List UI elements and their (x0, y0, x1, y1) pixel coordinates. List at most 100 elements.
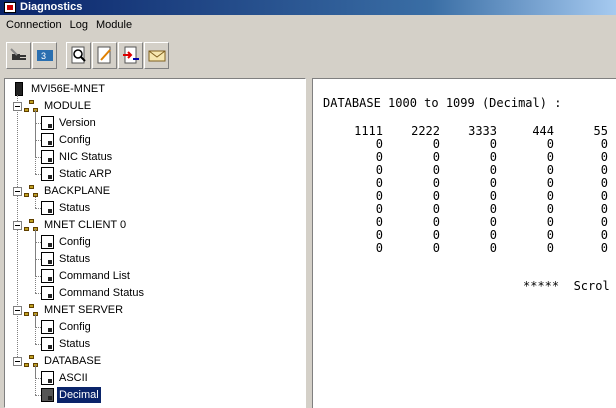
tree-item-status[interactable]: Status (41, 251, 92, 267)
database-row: 00000 (323, 177, 616, 190)
search-button[interactable] (66, 41, 91, 69)
svg-text:3: 3 (41, 51, 46, 61)
collapse-toggle-icon[interactable] (13, 101, 22, 111)
tree-node-label: Status (59, 338, 91, 350)
tree-node-label: Status (59, 202, 91, 214)
app-icon (4, 2, 16, 13)
document-icon (41, 133, 54, 147)
edit-document-icon (97, 46, 111, 64)
tree-item-status[interactable]: Status (41, 200, 92, 216)
tree-item-nic-status[interactable]: NIC Status (41, 149, 114, 165)
import-export-icon (122, 46, 139, 64)
database-cell: 0 (600, 241, 608, 255)
tree-item-version[interactable]: Version (41, 115, 98, 131)
document-icon (41, 116, 54, 130)
document-icon (41, 286, 54, 300)
document-icon (41, 150, 54, 164)
window-title: Diagnostics (20, 1, 83, 13)
tree-node-label: MNET CLIENT 0 (44, 219, 127, 231)
document-icon (41, 371, 54, 385)
module-info-icon: 3 (36, 50, 53, 61)
tree-node-label: Command List (59, 270, 130, 282)
database-row: 0 0 0 0 0 (323, 242, 616, 255)
document-icon (41, 167, 54, 181)
tree-item-config[interactable]: Config (41, 132, 93, 148)
tree-node-label: Command Status (59, 287, 144, 299)
tree-node-label: NIC Status (59, 151, 113, 163)
tree-item-config[interactable]: Config (41, 234, 93, 250)
tree-node-label: Config (59, 134, 91, 146)
network-node-icon (24, 184, 39, 198)
tree-node-label: Version (59, 117, 96, 129)
mail-button[interactable] (144, 41, 169, 69)
collapse-toggle-icon[interactable] (13, 305, 22, 315)
menu-module[interactable]: Module (92, 16, 136, 34)
database-row: 00000 (323, 203, 616, 216)
navigation-tree[interactable]: MVI56E-MNET MODULE Version Config NIC Status… (4, 78, 306, 408)
database-row: 00000 (323, 190, 616, 203)
tree-item-config[interactable]: Config (41, 319, 93, 335)
network-node-icon (24, 303, 39, 317)
tree-node-label: MODULE (44, 100, 92, 112)
tree-node-label: ASCII (59, 372, 88, 384)
tree-node-label: Config (59, 321, 91, 333)
tree-node-label: DATABASE (44, 355, 102, 367)
tree-item-ascii[interactable]: ASCII (41, 370, 90, 386)
database-cell: 0 (432, 241, 440, 255)
document-icon (41, 337, 54, 351)
tree-node-label: Decimal (57, 387, 101, 403)
database-row: 00000 (323, 229, 616, 242)
document-icon (41, 235, 54, 249)
connect-button[interactable] (6, 41, 31, 69)
database-cell: 0 (546, 241, 554, 255)
network-node-icon (24, 99, 39, 113)
database-row: 00000 (323, 138, 616, 151)
database-row: 1111 2222 3333 444 55 (323, 125, 616, 138)
tree-group-module[interactable]: MODULE (13, 98, 93, 114)
database-row: 00000 (323, 164, 616, 177)
toolbar: 3 (0, 36, 616, 74)
database-row: 00000 (323, 216, 616, 229)
collapse-toggle-icon[interactable] (13, 186, 22, 196)
database-view: DATABASE 1000 to 1099 (Decimal) : ***** … (312, 78, 616, 408)
tree-item-command-list[interactable]: Command List (41, 268, 132, 284)
tree-item-decimal[interactable]: Decimal (41, 387, 101, 403)
tree-group-mnet-server[interactable]: MNET SERVER (13, 302, 125, 318)
document-icon (41, 388, 54, 402)
document-icon (41, 252, 54, 266)
tree-node-label: Config (59, 236, 91, 248)
tree-item-command-status[interactable]: Command Status (41, 285, 146, 301)
database-cell: 0 (489, 241, 497, 255)
import-export-button[interactable] (118, 41, 143, 69)
tree-group-mnet-client-0[interactable]: MNET CLIENT 0 (13, 217, 128, 233)
network-node-icon (24, 218, 39, 232)
tree-node-label: Status (59, 253, 91, 265)
database-cell: 0 (375, 241, 383, 255)
document-icon (41, 201, 54, 215)
tree-node-label: MNET SERVER (44, 304, 124, 316)
database-header: DATABASE 1000 to 1099 (Decimal) : (323, 96, 562, 110)
document-icon (41, 320, 54, 334)
menu-bar: Connection Log Module (0, 16, 616, 34)
tree-item-status[interactable]: Status (41, 336, 92, 352)
tree-root-label: MVI56E-MNET (31, 83, 105, 95)
collapse-toggle-icon[interactable] (13, 220, 22, 230)
menu-log[interactable]: Log (66, 16, 92, 34)
network-node-icon (24, 354, 39, 368)
module-info-button[interactable]: 3 (32, 41, 57, 69)
tree-node-label: Static ARP (59, 168, 112, 180)
magnifier-search-icon (71, 46, 86, 64)
tree-node-label: BACKPLANE (44, 185, 111, 197)
plug-connect-icon (9, 48, 26, 60)
tree-group-backplane[interactable]: BACKPLANE (13, 183, 112, 199)
database-row: 00000 (323, 151, 616, 164)
mail-envelope-icon (148, 50, 165, 62)
title-bar[interactable]: Diagnostics (0, 0, 616, 15)
tree-root[interactable]: MVI56E-MNET (15, 81, 107, 97)
document-icon (41, 269, 54, 283)
edit-button[interactable] (92, 41, 117, 69)
menu-connection[interactable]: Connection (2, 16, 66, 34)
tree-group-database[interactable]: DATABASE (13, 353, 103, 369)
tree-item-static-arp[interactable]: Static ARP (41, 166, 114, 182)
collapse-toggle-icon[interactable] (13, 356, 22, 366)
